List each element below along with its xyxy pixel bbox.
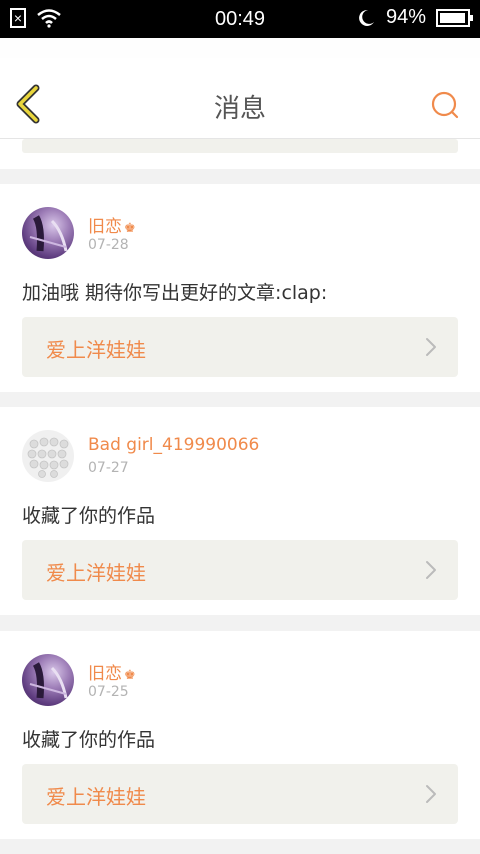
message-text: 加油哦 期待你写出更好的文章:clap: bbox=[22, 282, 328, 304]
message-date: 07-27 bbox=[88, 460, 129, 476]
battery-icon bbox=[436, 8, 473, 27]
chevron-right-icon bbox=[426, 785, 436, 803]
avatar[interactable] bbox=[22, 654, 74, 706]
work-title: 爱上洋娃娃 bbox=[46, 785, 146, 809]
message-text: 收藏了你的作品 bbox=[22, 729, 156, 751]
page-title: 消息 bbox=[213, 94, 266, 124]
top-navbar: 消息 bbox=[0, 58, 480, 139]
status-bar: × 00:49 94% bbox=[0, 0, 480, 38]
username[interactable]: Bad girl_419990066 bbox=[88, 435, 259, 455]
username[interactable]: 旧恋 ♚ bbox=[88, 659, 136, 684]
crown-icon: ♚ bbox=[124, 668, 136, 683]
chevron-right-icon bbox=[426, 338, 436, 356]
previous-link-box[interactable] bbox=[22, 139, 458, 153]
work-title: 爱上洋娃娃 bbox=[46, 338, 146, 362]
work-link[interactable]: 爱上洋娃娃 bbox=[22, 540, 458, 600]
avatar[interactable] bbox=[22, 430, 74, 482]
work-link[interactable]: 爱上洋娃娃 bbox=[22, 764, 458, 824]
work-link[interactable]: 爱上洋娃娃 bbox=[22, 317, 458, 377]
work-title: 爱上洋娃娃 bbox=[46, 561, 146, 585]
message-card: 旧恋 ♚ 07-25 收藏了你的作品 爱上洋娃娃 bbox=[0, 631, 480, 839]
avatar[interactable] bbox=[22, 207, 74, 259]
night-mode-icon bbox=[359, 9, 374, 26]
battery-percent: 94% bbox=[385, 6, 426, 28]
message-date: 07-25 bbox=[88, 684, 129, 700]
crown-icon: ♚ bbox=[124, 221, 136, 236]
search-icon[interactable] bbox=[430, 90, 460, 120]
message-text: 收藏了你的作品 bbox=[22, 505, 156, 527]
message-card: Bad girl_419990066 07-27 收藏了你的作品 爱上洋娃娃 bbox=[0, 407, 480, 615]
chevron-right-icon bbox=[426, 561, 436, 579]
message-card: 旧恋 ♚ 07-28 加油哦 期待你写出更好的文章:clap: 爱上洋娃娃 bbox=[0, 184, 480, 392]
previous-message-card bbox=[0, 139, 480, 169]
username[interactable]: 旧恋 ♚ bbox=[88, 212, 136, 237]
message-date: 07-28 bbox=[88, 237, 129, 253]
scroll-ghost bbox=[0, 38, 480, 58]
